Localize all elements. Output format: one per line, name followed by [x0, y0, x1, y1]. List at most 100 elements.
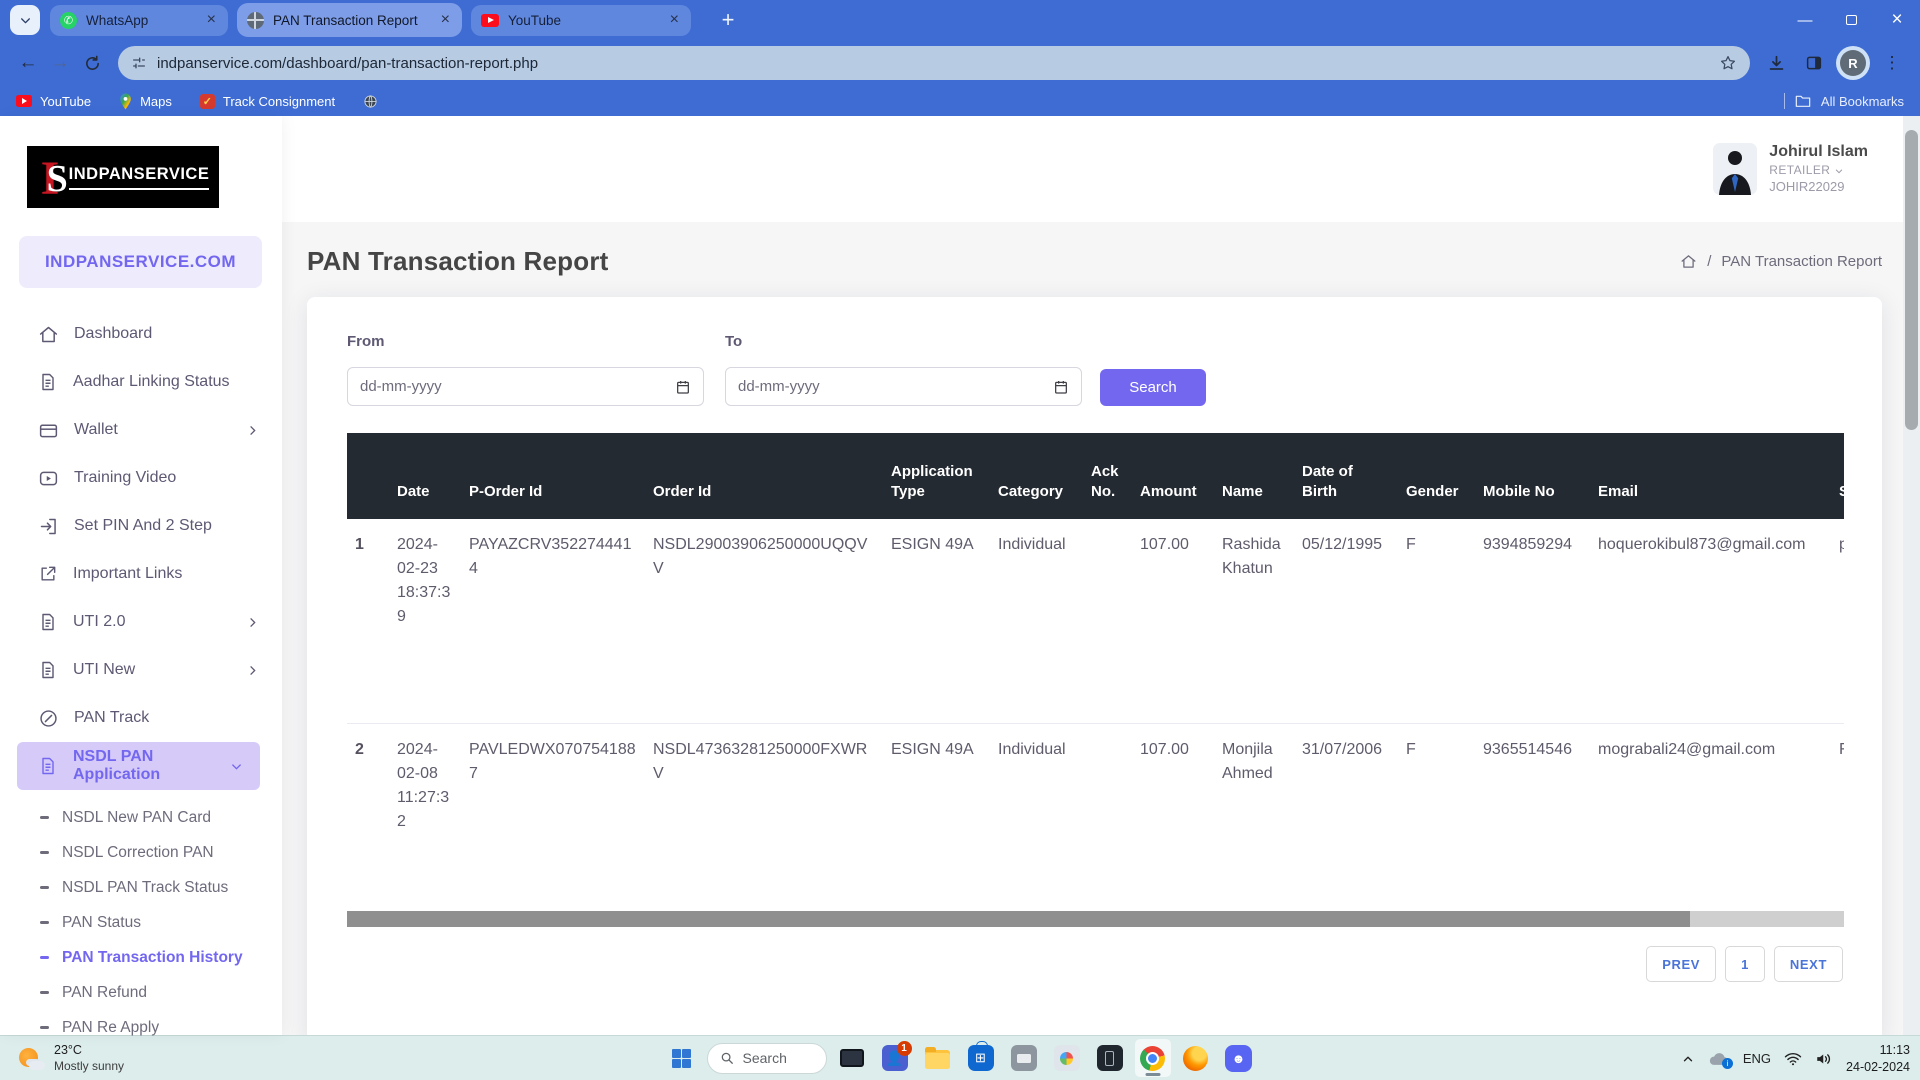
cell-index: 1: [347, 519, 389, 723]
home-icon[interactable]: [1680, 253, 1697, 270]
microsoft-store-button[interactable]: ⊞: [963, 1039, 999, 1077]
new-tab-button[interactable]: +: [714, 6, 742, 34]
wifi-icon[interactable]: [1784, 1052, 1802, 1066]
submenu-item-nsdl-correction-pan[interactable]: NSDL Correction PAN: [0, 835, 282, 870]
teams-chat-button[interactable]: 👤 1: [877, 1039, 913, 1077]
horizontal-scrollbar-thumb[interactable]: [347, 911, 1690, 927]
submenu-item-nsdl-new-pan-card[interactable]: NSDL New PAN Card: [0, 800, 282, 835]
cell-order-id: NSDL47363281250000FXWRV: [645, 723, 883, 909]
chevron-down-icon: [229, 759, 244, 774]
printer-app-button[interactable]: [1006, 1039, 1042, 1077]
sidebar-item-training-video[interactable]: Training Video: [0, 454, 282, 502]
address-bar[interactable]: indpanservice.com/dashboard/pan-transact…: [118, 46, 1750, 80]
search-button[interactable]: Search: [1100, 369, 1206, 406]
submenu-item-pan-refund[interactable]: PAN Refund: [0, 975, 282, 1010]
file-explorer-button[interactable]: [920, 1039, 956, 1077]
reload-button[interactable]: [76, 47, 108, 79]
submenu-item-pan-status[interactable]: PAN Status: [0, 905, 282, 940]
forward-button[interactable]: →: [44, 47, 76, 79]
to-date-input[interactable]: dd-mm-yyyy: [725, 367, 1082, 406]
user-name: Johirul Islam: [1769, 142, 1868, 163]
back-button[interactable]: ←: [12, 47, 44, 79]
all-bookmarks[interactable]: All Bookmarks: [1784, 93, 1904, 109]
minimize-button[interactable]: —: [1782, 0, 1828, 40]
col-application-type: Application Type: [883, 433, 990, 519]
submenu-item-pan-re-apply[interactable]: PAN Re Apply: [0, 1010, 282, 1045]
speaker-icon[interactable]: [1815, 1051, 1833, 1067]
sidebar-item-important-links[interactable]: Important Links: [0, 550, 282, 598]
sidebar-item-nsdl-pan-application[interactable]: NSDL PAN Application: [17, 742, 260, 790]
downloads-button[interactable]: [1760, 47, 1792, 79]
calendar-icon[interactable]: [675, 379, 691, 395]
submenu-label: PAN Re Apply: [62, 1019, 159, 1037]
firefox-button[interactable]: [1178, 1039, 1214, 1077]
sidebar-item-dashboard[interactable]: Dashboard: [0, 310, 282, 358]
site-settings-icon[interactable]: [131, 55, 147, 71]
submenu-item-nsdl-pan-track-status[interactable]: NSDL PAN Track Status: [0, 870, 282, 905]
sidebar-item-label: Aadhar Linking Status: [73, 373, 230, 391]
close-tab-icon[interactable]: ×: [668, 11, 681, 29]
submenu-item-pan-transaction-history[interactable]: PAN Transaction History: [0, 940, 282, 975]
sidebar-item-wallet[interactable]: Wallet: [0, 406, 282, 454]
phone-app-button[interactable]: [1092, 1039, 1128, 1077]
folder-icon: [1795, 94, 1811, 108]
dash-icon: [40, 1026, 49, 1029]
page-number-button[interactable]: 1: [1725, 946, 1765, 982]
tray-date: 24-02-2024: [1846, 1059, 1910, 1075]
language-indicator[interactable]: ENG: [1743, 1051, 1771, 1066]
close-tab-icon[interactable]: ×: [205, 11, 218, 29]
bookmark-star-icon[interactable]: [1719, 54, 1737, 72]
page-scrollbar[interactable]: [1903, 116, 1920, 1035]
prev-page-button[interactable]: PREV: [1646, 946, 1716, 982]
desktop-app-button[interactable]: [834, 1039, 870, 1077]
side-panel-button[interactable]: [1798, 47, 1830, 79]
sidebar-item-set-pin[interactable]: Set PIN And 2 Step: [0, 502, 282, 550]
sidebar-item-aadhar-linking-status[interactable]: Aadhar Linking Status: [0, 358, 282, 406]
profile-avatar[interactable]: R: [1836, 46, 1870, 80]
calendar-icon[interactable]: [1053, 379, 1069, 395]
onedrive-tray-button[interactable]: i: [1708, 1051, 1730, 1067]
sidebar-item-uti-2[interactable]: UTI 2.0: [0, 598, 282, 646]
cell-name: Monjila Ahmed: [1214, 723, 1294, 909]
clock[interactable]: 11:13 24-02-2024: [1846, 1042, 1910, 1075]
taskbar-search[interactable]: Search: [707, 1043, 827, 1074]
chrome-button[interactable]: [1135, 1039, 1171, 1077]
tab-pan-transaction-report[interactable]: PAN Transaction Report ×: [237, 3, 462, 37]
bookmark-track-consignment[interactable]: ✓ Track Consignment: [200, 94, 335, 109]
col-amount: Amount: [1132, 433, 1214, 519]
from-date-input[interactable]: dd-mm-yyyy: [347, 367, 704, 406]
discord-button[interactable]: ☻: [1221, 1039, 1257, 1077]
sidebar-item-pan-track[interactable]: PAN Track: [0, 694, 282, 742]
table-row: 2 2024-02-08 11:27:32 PAVLEDWX0707541887…: [347, 723, 1844, 909]
bookmark-youtube[interactable]: YouTube: [16, 94, 91, 109]
printer-icon: [1011, 1045, 1037, 1071]
start-button[interactable]: [664, 1039, 700, 1077]
url-text[interactable]: indpanservice.com/dashboard/pan-transact…: [157, 55, 1709, 72]
maximize-icon: [1846, 15, 1857, 25]
brand-banner[interactable]: INDPANSERVICE.COM: [19, 236, 262, 288]
close-tab-icon[interactable]: ×: [439, 11, 452, 29]
table-horizontal-scrollbar[interactable]: [347, 911, 1844, 927]
chevron-down-icon: [19, 14, 32, 27]
chevron-up-icon[interactable]: [1681, 1052, 1695, 1066]
site-logo[interactable]: IS INDPANSERVICE: [27, 146, 219, 208]
next-page-button[interactable]: NEXT: [1774, 946, 1843, 982]
vertical-scrollbar-thumb[interactable]: [1905, 130, 1918, 430]
tab-search-button[interactable]: [10, 5, 40, 35]
user-role[interactable]: RETAILER: [1769, 163, 1868, 179]
browser-menu-button[interactable]: ⋮: [1876, 47, 1908, 79]
tab-whatsapp[interactable]: ✆ WhatsApp ×: [50, 5, 228, 36]
cell-status: FA: [1831, 723, 1844, 909]
dash-icon: [40, 991, 49, 994]
bookmark-site[interactable]: [363, 94, 378, 109]
maximize-button[interactable]: [1828, 0, 1874, 40]
tab-youtube[interactable]: YouTube ×: [471, 5, 691, 36]
sidebar-item-uti-new[interactable]: UTI New: [0, 646, 282, 694]
transactions-table-wrap: Date P-Order Id Order Id Application Typ…: [347, 433, 1844, 909]
close-window-button[interactable]: ×: [1874, 0, 1920, 40]
bookmark-maps[interactable]: Maps: [119, 93, 172, 110]
cell-date: 2024-02-23 18:37:39: [389, 519, 461, 723]
user-menu[interactable]: Johirul Islam RETAILER JOHIR22029: [1713, 142, 1868, 195]
photos-app-button[interactable]: [1049, 1039, 1085, 1077]
external-link-icon: [38, 564, 58, 584]
